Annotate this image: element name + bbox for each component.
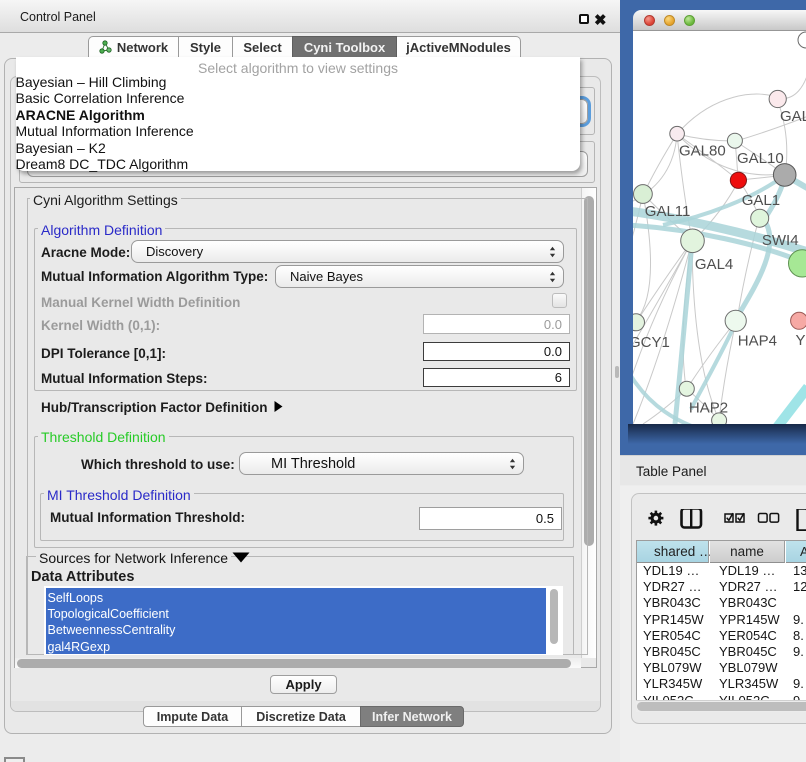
svg-text:GAL80: GAL80 <box>679 143 726 160</box>
svg-text:GAL2: GAL2 <box>780 108 806 125</box>
svg-text:GAL4: GAL4 <box>695 256 733 273</box>
svg-text:GAL10: GAL10 <box>737 150 784 167</box>
svg-text:GCY1: GCY1 <box>633 334 670 351</box>
svg-text:GAL11: GAL11 <box>645 203 691 220</box>
svg-text:SWI4: SWI4 <box>762 232 799 249</box>
svg-text:HAP2: HAP2 <box>689 400 728 417</box>
svg-text:Y: Y <box>796 332 806 349</box>
svg-text:GAL1: GAL1 <box>742 192 780 209</box>
svg-text:HAP4: HAP4 <box>738 333 777 350</box>
